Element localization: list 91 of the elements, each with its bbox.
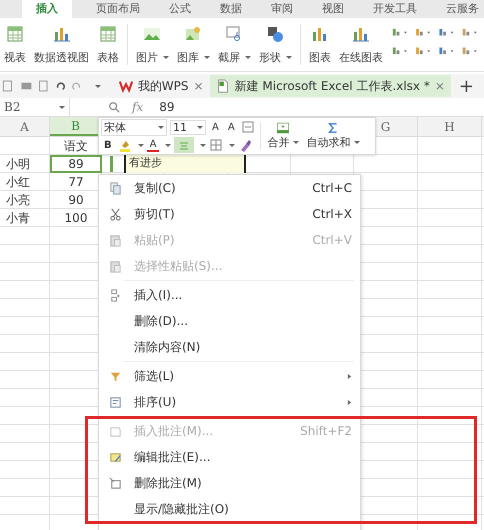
note-icon [109,450,122,464]
format-icon[interactable] [240,120,255,134]
menu-item[interactable]: 删除(D)... [99,308,360,334]
note-icon [109,424,122,438]
column-header[interactable]: A [20,120,29,134]
format-painter-icon[interactable] [238,138,252,152]
close-button[interactable]: × [434,79,445,93]
caret-icon [244,56,251,59]
close-button[interactable]: × [194,79,204,93]
new-tab-button[interactable]: + [450,76,484,96]
ribbon-button[interactable]: 表格 [93,22,123,71]
font-color-button[interactable]: A [146,138,160,152]
shortcut-text: Shift+F2 [300,424,352,438]
toolbar-button[interactable]: 合并 [264,118,303,154]
formula-field[interactable]: 89 [159,100,174,114]
menu-item[interactable]: 显示/隐藏批注(O) [99,496,360,522]
font-dropdown[interactable]: 宋体 [101,118,167,136]
table-cell-text: 小青 [5,210,31,226]
table-cell-text: 小红 [5,174,31,190]
function-button[interactable]: fx [132,100,144,114]
clipboard-icon [109,234,122,246]
ribbon-button[interactable]: 截屏 [214,22,255,71]
column-header[interactable]: B [71,118,80,132]
menu-item[interactable]: 复制(C) Ctrl+C [99,175,360,201]
ribbon-button[interactable]: 图表 [304,22,335,71]
borders-icon[interactable] [209,138,224,152]
submenu-arrow-icon [347,372,352,380]
ribbon-button[interactable]: 数据透视图 [30,22,93,71]
name-box[interactable]: B2 [0,98,70,116]
shortcut-text: Ctrl+C [312,181,352,195]
bold-button[interactable]: B [101,140,115,151]
menu-item[interactable]: 删除批注(M) [99,470,360,496]
menu-item[interactable]: 插入(I)... [99,282,360,308]
ribbon-tab[interactable]: 开发工具 [368,0,422,18]
caret-icon [204,56,210,59]
caret-icon [286,56,292,59]
menu-item[interactable]: 清除内容(N) [99,334,360,360]
table-cell-text: 小明 [5,156,31,172]
note-icon [109,476,122,490]
caret-icon [200,144,206,147]
search-icon[interactable] [108,101,120,113]
table-cell-text: 100 [64,210,88,227]
ribbon-tab[interactable]: 视图 [317,0,349,18]
copy-icon [109,182,122,194]
table-cell-text: 小亮 [5,192,31,208]
ribbon-tab[interactable]: 数据 [215,0,247,18]
caret-icon [59,106,65,108]
ribbon-tab[interactable]: 审阅 [266,0,298,18]
table-cell: 89 [50,155,102,173]
shortcut-text: Ctrl+X [312,207,352,221]
sort-icon [109,396,122,408]
scissors-icon [109,208,122,220]
ribbon-button[interactable]: 图片 [132,22,173,71]
menu-item[interactable]: 筛选(L) [99,363,360,389]
document-tab[interactable]: 新建 Microsoft Excel 工作表.xlsx * × [210,75,451,97]
caret-icon [138,144,144,147]
shapes-icon [265,24,286,44]
ribbon-tab[interactable]: 页面布局 [91,0,145,18]
ribbon-button[interactable]: 形状 [254,22,296,71]
menu-item[interactable]: 剪切(T) Ctrl+X [99,201,360,227]
font-size-dropdown[interactable]: 11 [170,120,206,135]
clipboard-icon [109,260,122,272]
table-cell-text: 语文 [63,138,89,154]
document-tab[interactable]: 我的WPS × [112,75,210,97]
ribbon-button[interactable]: 视表 [0,22,30,71]
caret-icon [229,144,236,147]
column-header[interactable]: G [380,120,390,134]
caret-icon[interactable] [94,84,101,88]
ribbon-button[interactable]: 在线图表 [334,22,387,71]
shortcut-text: Ctrl+V [312,233,352,247]
caret-icon [162,56,169,59]
toolbar-button[interactable]: 自动求和 [302,118,364,154]
menu-item[interactable]: 编辑批注(E)... [99,444,360,470]
submenu-arrow-icon [347,398,352,406]
comment-box[interactable]: 有进步 [124,155,246,173]
spreadsheet-file-icon [216,79,230,93]
w-logo-icon [118,79,133,93]
grow-font-button[interactable]: A [209,122,222,133]
table-cell-text: 77 [67,174,85,191]
ribbon-button[interactable]: 图库 [172,22,214,71]
insert-icon [109,288,122,302]
caret-icon [165,144,172,147]
shrink-font-button[interactable]: A [224,122,238,133]
merge-center-icon[interactable] [174,137,194,154]
table-cell-text: 90 [67,192,85,209]
column-header[interactable]: H [444,120,455,134]
ribbon-tab[interactable]: 公式 [164,0,196,18]
ribbon-tab[interactable]: 插入 [22,0,72,18]
ribbon-tab[interactable]: 云服务 [441,0,484,18]
table-icon [98,24,118,44]
menu-item[interactable]: 排序(U) [99,389,360,415]
